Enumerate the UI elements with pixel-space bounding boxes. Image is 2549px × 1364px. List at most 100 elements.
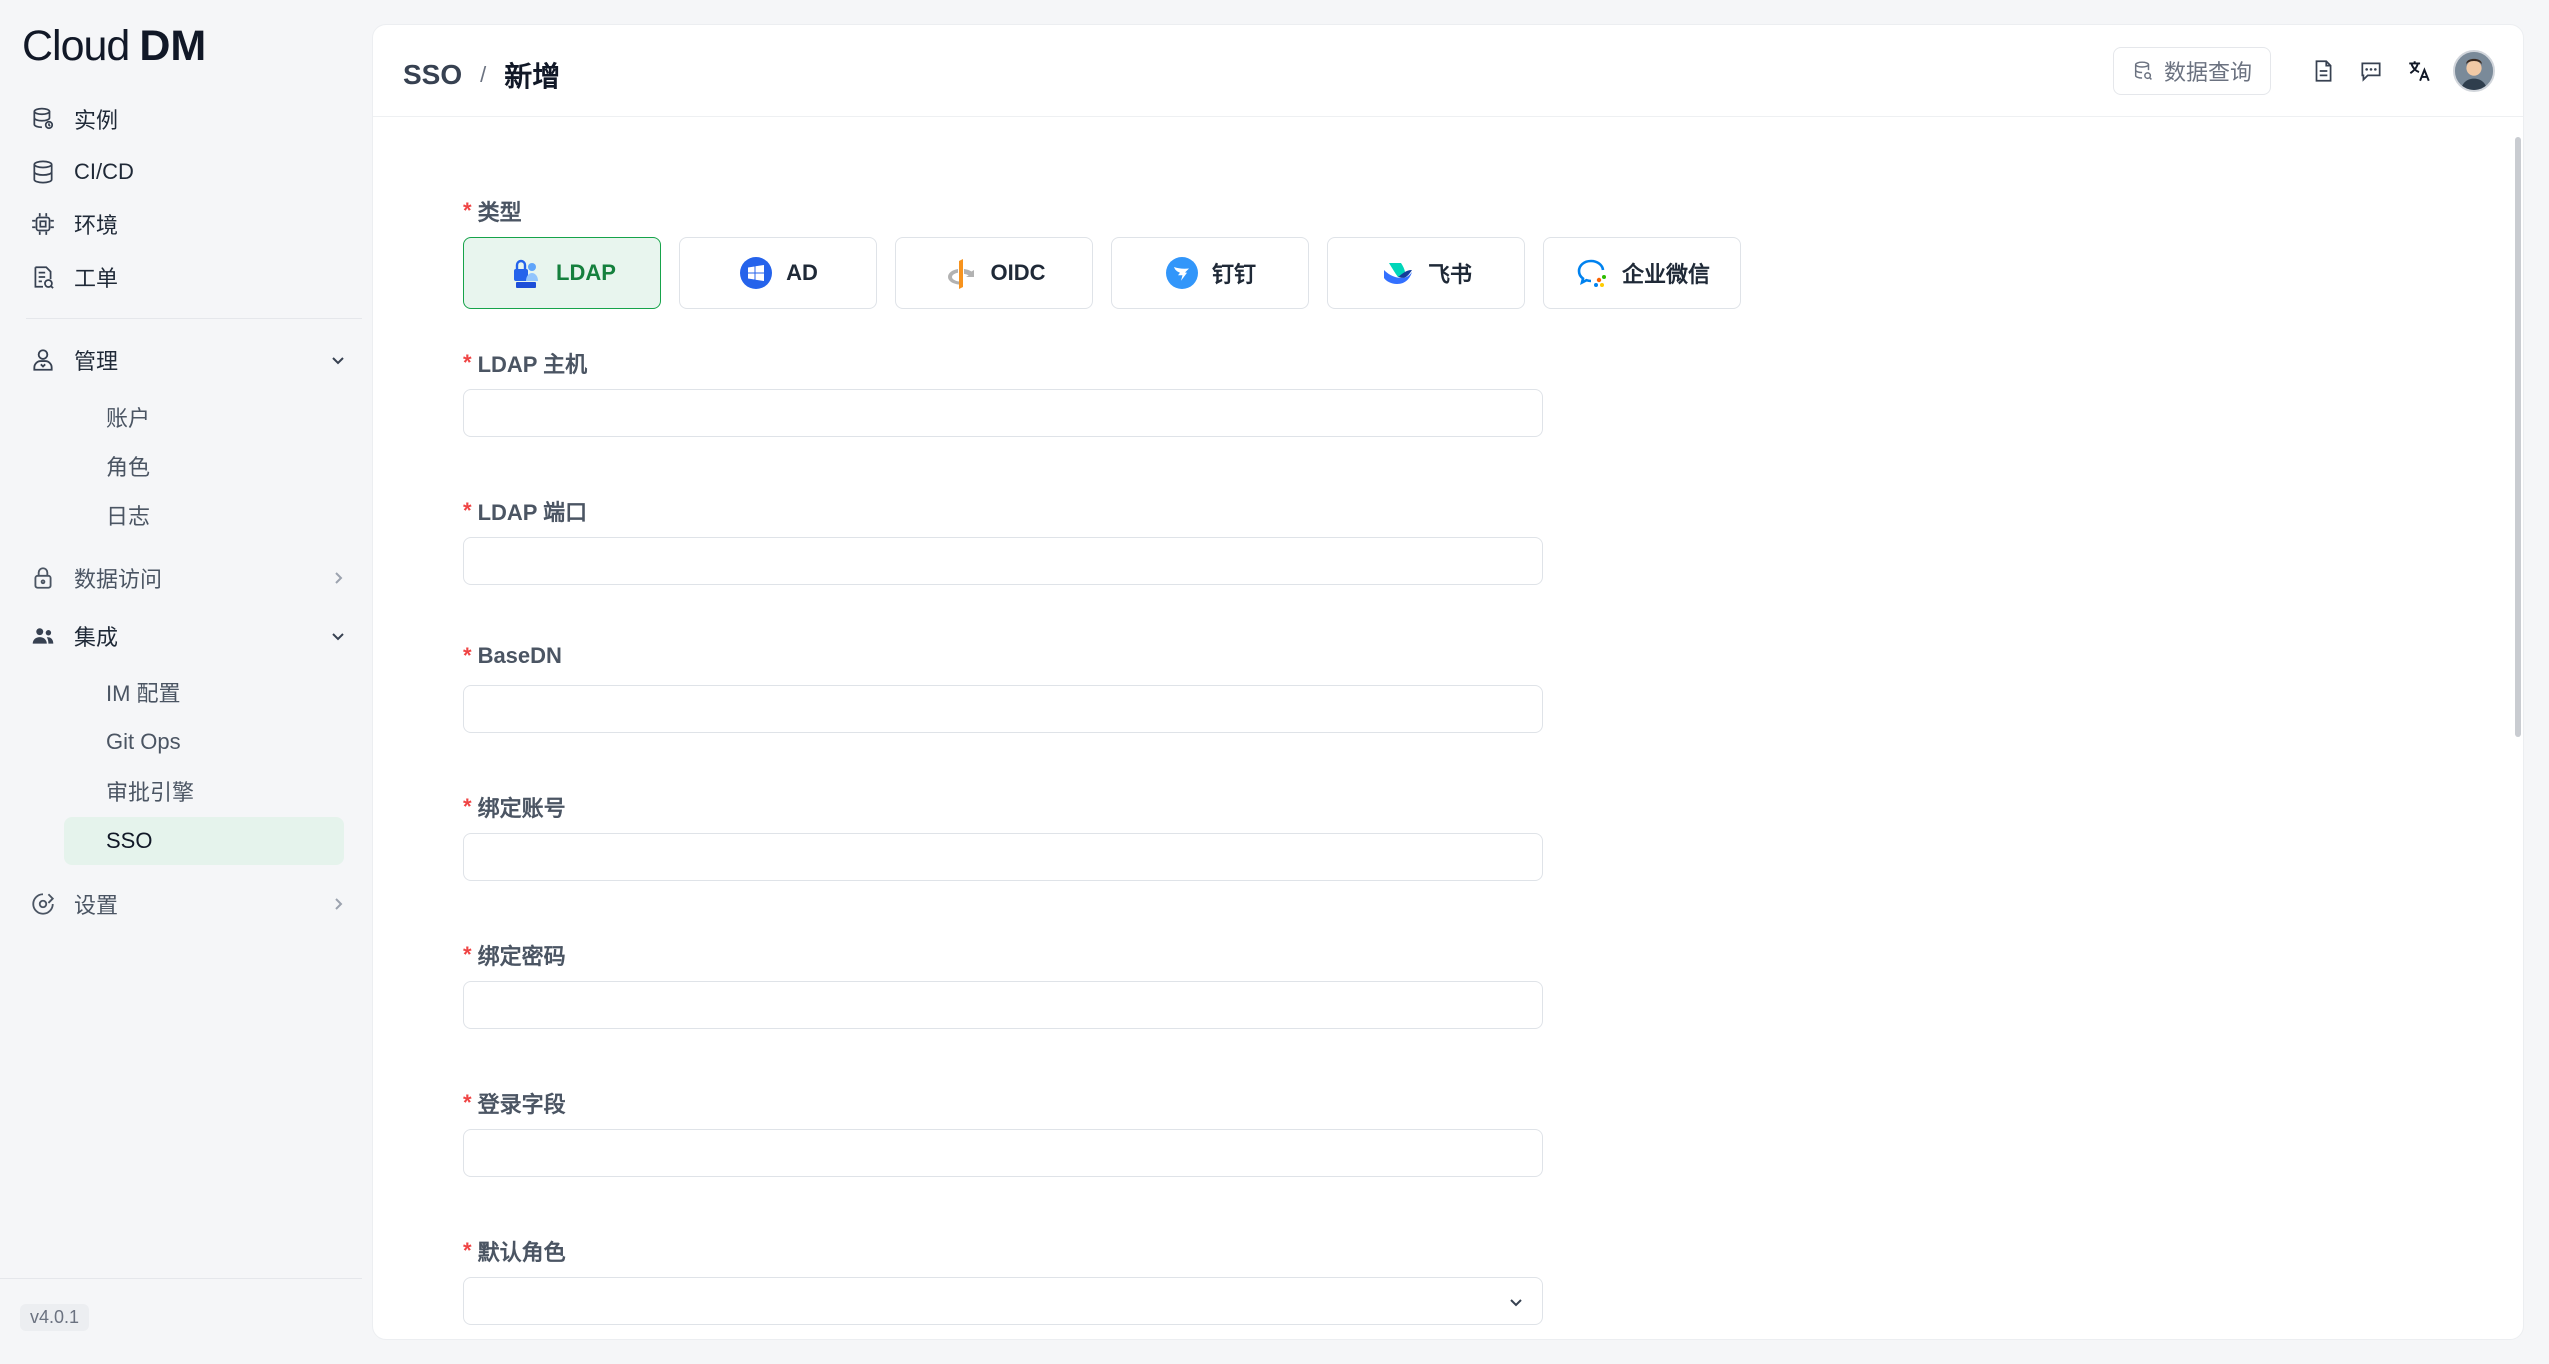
feishu-icon [1380,255,1416,291]
ticket-icon [26,260,60,294]
login-field-label: * 登录字段 [463,1087,566,1119]
users-icon [26,619,60,653]
chip-icon [26,207,60,241]
sidebar-item-environment[interactable]: 环境 [26,202,346,246]
sidebar-group-settings[interactable]: 设置 [26,882,346,926]
user-admin-icon [26,343,60,377]
sidebar-item-label: 数据访问 [74,567,163,592]
type-option-label: 企业微信 [1621,262,1710,287]
sidebar: Cloud DM 实例 CI/CD 环境 工单 管理 账户 角色 日志 数据访问… [0,0,362,1364]
field-label: 登录字段 [477,1092,566,1117]
logo-text: Cloud [22,21,130,70]
logo-text-bold: DM [139,21,207,70]
required-mark: * [463,350,472,375]
sidebar-group-admin[interactable]: 管理 [26,338,346,382]
field-label: 绑定账号 [477,796,566,821]
type-option-label: AD [786,260,818,285]
main-scrollbar[interactable] [2513,117,2523,1339]
sidebar-group-integration[interactable]: 集成 [26,614,346,658]
openid-icon [943,255,979,291]
field-label: 类型 [477,200,522,225]
user-avatar[interactable] [2453,50,2495,92]
page-title: 新增 [504,61,561,92]
document-button[interactable] [2303,51,2343,91]
chevron-down-icon [328,350,348,370]
ldap-port-label: * LDAP 端口 [463,495,587,527]
page-header: SSO / 新增 数据查询 [373,25,2523,117]
required-mark: * [463,498,472,523]
sidebar-item-label: 实例 [74,108,119,133]
sidebar-item-tickets[interactable]: 工单 [26,255,346,299]
required-mark: * [463,198,472,223]
sidebar-item-label: 集成 [74,625,119,650]
type-option-wecom[interactable]: 企业微信 [1543,237,1741,309]
feedback-button[interactable] [2351,51,2391,91]
header-actions: 数据查询 [2112,47,2495,95]
sidebar-item-label: 工单 [74,266,119,291]
sidebar-divider [26,318,362,319]
type-option-label: LDAP [556,260,616,285]
sidebar-item-cicd[interactable]: CI/CD [26,150,346,194]
basedn-input[interactable] [463,685,1543,733]
chat-icon [2361,62,2381,82]
database-icon [26,102,60,136]
translate-icon [2409,61,2430,82]
type-selector: LDAP AD OIDC 钉钉 飞书 企业微信 [463,237,1759,309]
ldap-host-input[interactable] [463,389,1543,437]
app-root: Cloud DM 实例 CI/CD 环境 工单 管理 账户 角色 日志 数据访问… [0,0,2549,1364]
breadcrumb: SSO / 新增 [403,55,560,95]
bind-password-label: * 绑定密码 [463,939,566,971]
type-option-dingtalk[interactable]: 钉钉 [1111,237,1309,309]
login-field-input[interactable] [463,1129,1543,1177]
sidebar-item-logs[interactable]: 日志 [64,491,344,539]
sidebar-item-approval-engine[interactable]: 审批引擎 [64,767,344,815]
language-button[interactable] [2399,51,2439,91]
field-label: LDAP 端口 [477,500,588,525]
field-label: LDAP 主机 [477,352,588,377]
wecom-icon [1574,255,1610,291]
sidebar-item-git-ops[interactable]: Git Ops [64,718,344,766]
sidebar-item-label: CI/CD [74,159,134,184]
sidebar-item-sso[interactable]: SSO [64,817,344,865]
type-option-label: 钉钉 [1211,262,1256,287]
sidebar-item-label: 环境 [74,213,119,238]
required-mark: * [463,942,472,967]
version-badge: v4.0.1 [20,1304,90,1331]
ldap-icon [508,255,544,291]
sidebar-group-data-access[interactable]: 数据访问 [26,556,346,600]
default-role-label: * 默认角色 [463,1235,566,1267]
field-label: BaseDN [477,643,562,668]
required-mark: * [463,643,472,668]
dingtalk-icon [1164,255,1200,291]
chevron-down-icon [328,626,348,646]
settings-icon [26,887,60,921]
field-label: 默认角色 [477,1240,566,1265]
required-mark: * [463,1238,472,1263]
type-label: * 类型 [463,195,522,227]
scrollbar-thumb[interactable] [2515,137,2521,737]
sidebar-item-roles[interactable]: 角色 [64,442,344,490]
type-option-ad[interactable]: AD [679,237,877,309]
breadcrumb-sso[interactable]: SSO [403,59,462,91]
sidebar-item-instances[interactable]: 实例 [26,97,346,141]
ldap-port-input[interactable] [463,537,1543,585]
default-role-select[interactable] [463,1277,1543,1325]
chevron-right-icon [328,568,348,588]
data-query-label: 数据查询 [2163,60,2252,85]
basedn-label: * BaseDN [463,643,562,669]
type-option-feishu[interactable]: 飞书 [1327,237,1525,309]
type-option-ldap[interactable]: LDAP [463,237,661,309]
type-option-oidc[interactable]: OIDC [895,237,1093,309]
windows-icon [738,255,774,291]
bind-account-input[interactable] [463,833,1543,881]
type-option-label: OIDC [990,260,1046,285]
ldap-host-label: * LDAP 主机 [463,347,587,379]
sidebar-item-im-config[interactable]: IM 配置 [64,668,344,716]
sidebar-item-accounts[interactable]: 账户 [64,393,344,441]
required-mark: * [463,1090,472,1115]
database-search-icon [2134,61,2152,80]
app-logo[interactable]: Cloud DM [22,22,206,70]
data-query-button[interactable]: 数据查询 [2112,47,2271,95]
document-icon [2315,60,2332,82]
bind-password-input[interactable] [463,981,1543,1029]
